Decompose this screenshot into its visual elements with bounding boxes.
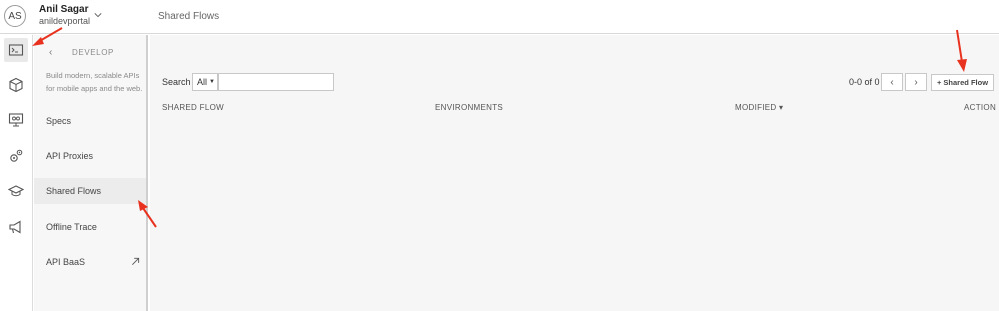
column-header-modified[interactable]: MODIFIED ▾ bbox=[735, 103, 783, 112]
column-header-environments[interactable]: ENVIRONMENTS bbox=[435, 103, 503, 112]
section-title: DEVELOP bbox=[72, 48, 114, 57]
external-link-icon bbox=[132, 257, 140, 265]
nav-learn-button[interactable] bbox=[4, 179, 28, 203]
subnav-item-specs[interactable]: Specs bbox=[34, 108, 146, 134]
monitor-icon bbox=[8, 113, 24, 127]
top-bar: AS Anil Sagar anildevportal Shared Flows bbox=[0, 0, 999, 34]
page-title: Shared Flows bbox=[158, 11, 220, 22]
add-shared-flow-button[interactable]: + Shared Flow bbox=[931, 74, 994, 91]
nav-admin-button[interactable] bbox=[4, 144, 28, 168]
next-page-button[interactable]: › bbox=[905, 73, 927, 91]
avatar[interactable]: AS bbox=[4, 5, 26, 27]
user-name[interactable]: Anil Sagar bbox=[39, 4, 88, 15]
chevron-left-icon: ‹ bbox=[890, 76, 894, 88]
subnav-item-shared-flows[interactable]: Shared Flows bbox=[34, 178, 146, 204]
box-icon bbox=[9, 77, 23, 93]
subnav-item-api-proxies[interactable]: API Proxies bbox=[34, 143, 146, 169]
terminal-icon bbox=[8, 44, 24, 56]
chevron-right-icon: › bbox=[914, 76, 918, 88]
search-scope-select[interactable]: All ▼ bbox=[192, 73, 218, 91]
search-scope-value: All bbox=[197, 77, 208, 87]
graduation-cap-icon bbox=[8, 185, 24, 197]
subnav-item-label: Specs bbox=[46, 116, 72, 126]
org-name[interactable]: anildevportal bbox=[39, 16, 90, 26]
caret-down-icon: ▼ bbox=[209, 79, 215, 85]
develop-subnav: ‹ DEVELOP Build modern, scalable APIs fo… bbox=[34, 35, 148, 311]
gears-icon bbox=[10, 149, 23, 162]
icon-rail bbox=[0, 35, 33, 311]
megaphone-icon bbox=[9, 220, 21, 234]
prev-page-button[interactable]: ‹ bbox=[881, 73, 903, 91]
nav-develop-button[interactable] bbox=[4, 38, 28, 62]
main-content: Search All ▼ 0-0 of 0 ‹ › + Shared Flow S… bbox=[150, 35, 999, 311]
subnav-item-api-baas[interactable]: API BaaS bbox=[34, 249, 146, 275]
collapse-back-button[interactable]: ‹ bbox=[49, 47, 52, 58]
search-label: Search bbox=[162, 77, 191, 87]
subnav-item-label: API BaaS bbox=[46, 257, 86, 267]
subnav-item-label: API Proxies bbox=[46, 151, 94, 161]
search-input[interactable] bbox=[218, 73, 334, 91]
nav-analyze-button[interactable] bbox=[4, 108, 28, 132]
nav-announcements-button[interactable] bbox=[4, 215, 28, 239]
column-header-action: ACTION bbox=[964, 103, 997, 112]
chevron-down-icon[interactable] bbox=[94, 11, 102, 19]
nav-publish-button[interactable] bbox=[4, 73, 28, 97]
subnav-item-offline-trace[interactable]: Offline Trace bbox=[34, 214, 146, 240]
pager-count: 0-0 of 0 bbox=[849, 77, 880, 87]
subnav-item-label: Offline Trace bbox=[46, 222, 97, 232]
subnav-item-label: Shared Flows bbox=[46, 186, 102, 196]
section-description: Build modern, scalable APIs for mobile a… bbox=[46, 71, 143, 93]
column-header-shared-flow[interactable]: SHARED FLOW bbox=[162, 103, 224, 112]
